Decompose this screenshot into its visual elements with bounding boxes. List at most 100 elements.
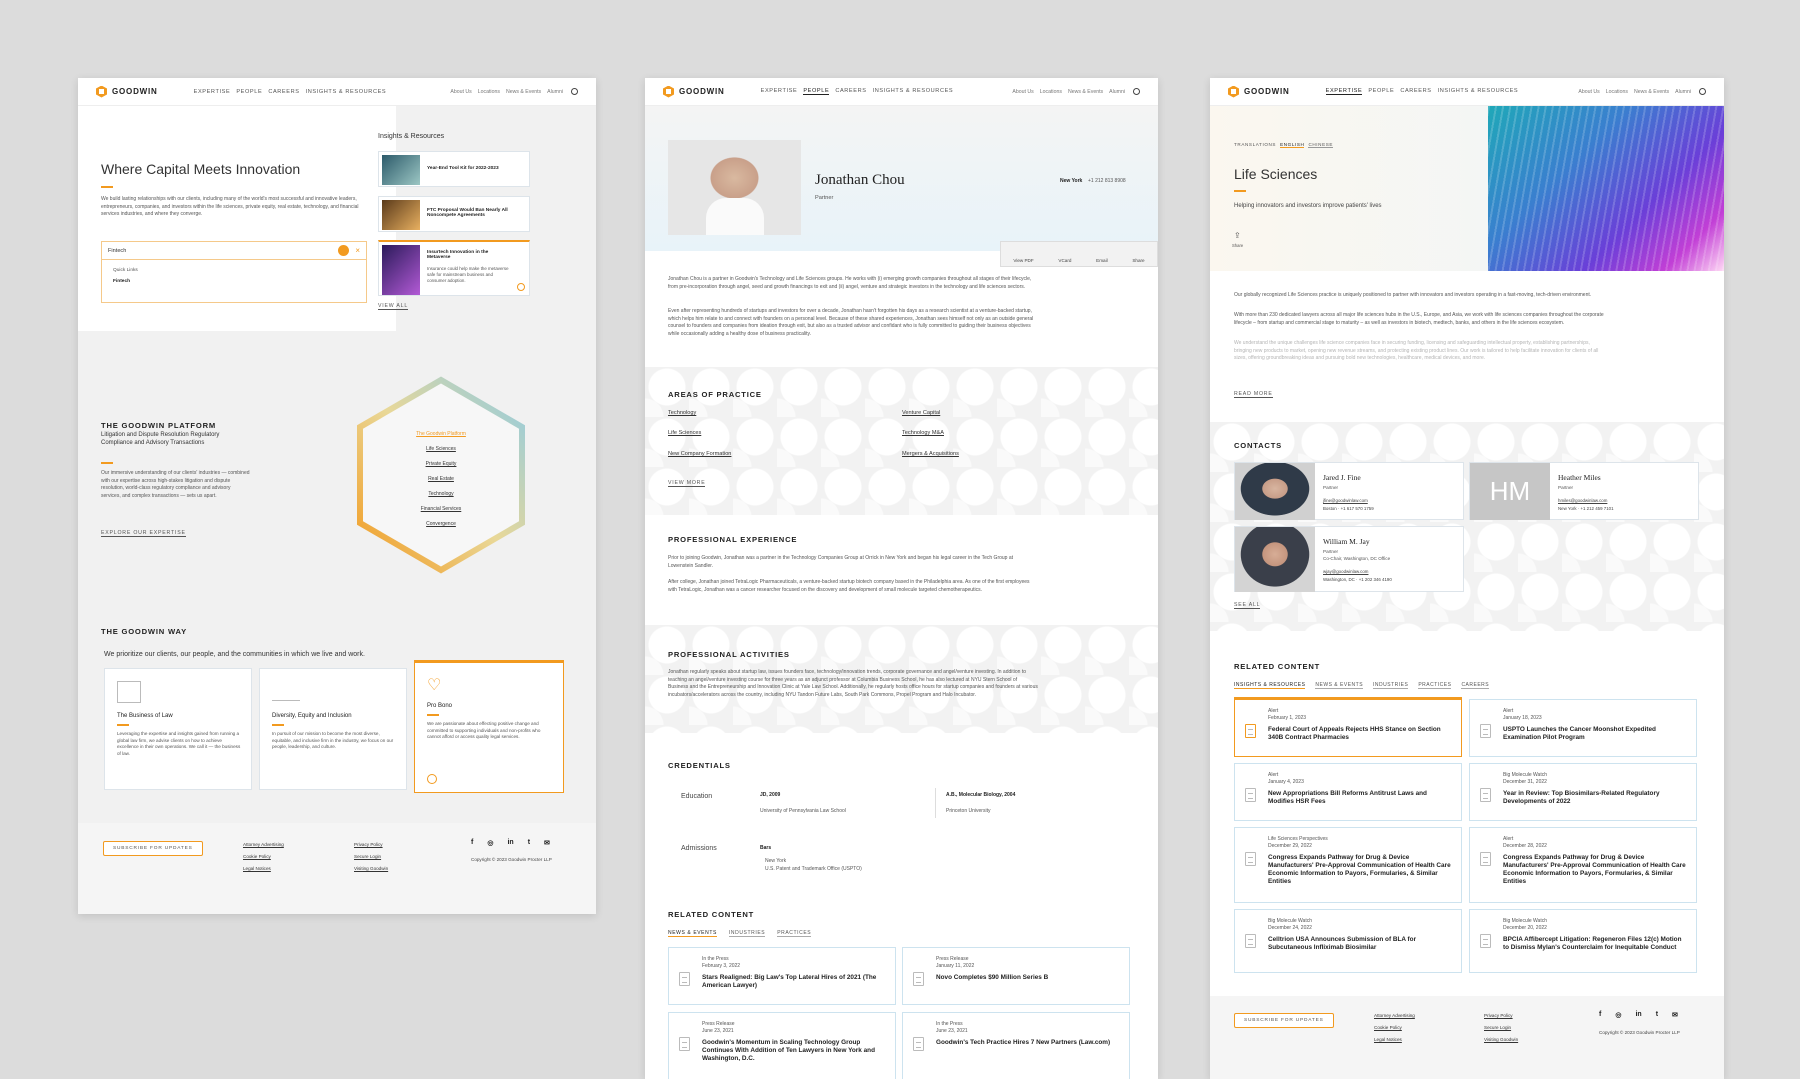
- contact-phone[interactable]: New York · +1 212 459 7101: [1558, 506, 1614, 511]
- linkedin-icon[interactable]: in: [507, 839, 513, 847]
- read-more-link[interactable]: READ MORE: [1234, 391, 1273, 398]
- related-card[interactable]: Big Molecule Watch December 20, 2022 BPC…: [1469, 909, 1697, 973]
- hex-link[interactable]: Private Equity: [354, 461, 528, 467]
- hex-link[interactable]: The Goodwin Platform: [354, 431, 528, 437]
- area-link[interactable]: Technology M&A: [902, 430, 944, 436]
- nav-careers[interactable]: CAREERS: [268, 89, 299, 95]
- related-card-active[interactable]: Alert February 1, 2023 Federal Court of …: [1234, 697, 1462, 757]
- related-card[interactable]: In the Press June 23, 2021 Goodwin's Tec…: [902, 1012, 1130, 1079]
- email-button[interactable]: Email: [1096, 258, 1108, 263]
- twitter-icon[interactable]: t: [1656, 1011, 1658, 1019]
- way-card-active[interactable]: ♡ Pro Bono We are passionate about effec…: [414, 660, 564, 793]
- contact-phone[interactable]: Washington, DC · +1 202 346 4190: [1323, 577, 1392, 582]
- share-icon[interactable]: ⇪: [1234, 231, 1241, 240]
- nav-alumni[interactable]: Alumni: [1109, 89, 1125, 95]
- nav-locations[interactable]: Locations: [478, 89, 500, 95]
- nav-news[interactable]: News & Events: [506, 89, 541, 95]
- profile-phone[interactable]: +1 212 813 8908: [1088, 178, 1126, 184]
- footer-link[interactable]: Privacy Policy: [1484, 1010, 1518, 1022]
- subscribe-button[interactable]: SUBSCRIBE FOR UPDATES: [103, 841, 203, 856]
- hex-link[interactable]: Financial Services: [354, 506, 528, 512]
- related-card[interactable]: Life Sciences Perspectives December 29, …: [1234, 827, 1462, 903]
- nav-locations[interactable]: Locations: [1040, 89, 1062, 95]
- instagram-icon[interactable]: ◎: [1615, 1011, 1621, 1019]
- related-tab[interactable]: NEWS & EVENTS: [1315, 682, 1364, 689]
- footer-link[interactable]: Legal Notices: [243, 863, 284, 875]
- related-tab[interactable]: PRACTICES: [1418, 682, 1452, 689]
- contact-email[interactable]: wjay@goodwinlaw.com: [1323, 569, 1368, 574]
- share-button[interactable]: Share: [1132, 258, 1144, 263]
- nav-about[interactable]: About Us: [1578, 89, 1599, 95]
- footer-link[interactable]: Cookie Policy: [243, 851, 284, 863]
- profile-office[interactable]: New York: [1060, 178, 1082, 184]
- nav-alumni[interactable]: Alumni: [1675, 89, 1691, 95]
- footer-link[interactable]: Attorney Advertising: [243, 839, 284, 851]
- wechat-icon[interactable]: ✉: [1672, 1011, 1678, 1019]
- vcard-button[interactable]: VCard: [1058, 258, 1071, 263]
- hex-link[interactable]: Convergence: [354, 521, 528, 527]
- related-card[interactable]: Press Release June 23, 2021 Goodwin's Mo…: [668, 1012, 896, 1079]
- footer-link[interactable]: Cookie Policy: [1374, 1022, 1415, 1034]
- nav-about[interactable]: About Us: [450, 89, 471, 95]
- view-all-link[interactable]: VIEW ALL: [378, 303, 409, 310]
- contact-name[interactable]: Heather Miles: [1558, 473, 1601, 482]
- nav-people[interactable]: PEOPLE: [803, 88, 830, 95]
- goodwin-logo[interactable]: GOODWIN: [663, 85, 725, 98]
- nav-people[interactable]: PEOPLE: [1368, 88, 1394, 95]
- contact-name[interactable]: Jared J. Fine: [1323, 473, 1361, 482]
- area-link[interactable]: Technology: [668, 410, 696, 416]
- nav-news[interactable]: News & Events: [1634, 89, 1669, 95]
- hex-link[interactable]: Life Sciences: [354, 446, 528, 452]
- nav-careers[interactable]: CAREERS: [1400, 88, 1431, 95]
- explore-expertise-link[interactable]: EXPLORE OUR EXPERTISE: [101, 530, 186, 537]
- nav-expertise[interactable]: EXPERTISE: [1325, 88, 1363, 95]
- search-submit-icon[interactable]: [338, 245, 350, 256]
- related-card[interactable]: Big Molecule Watch December 24, 2022 Cel…: [1234, 909, 1462, 973]
- related-tab[interactable]: INSIGHTS & RESOURCES: [1234, 682, 1306, 689]
- arrow-icon[interactable]: [427, 774, 437, 784]
- contact-email[interactable]: hmiles@goodwinlaw.com: [1558, 498, 1607, 503]
- nav-insights[interactable]: INSIGHTS & RESOURCES: [1438, 88, 1519, 95]
- related-tab[interactable]: NEWS & EVENTS: [668, 930, 717, 937]
- contact-email[interactable]: jfine@goodwinlaw.com: [1323, 498, 1368, 503]
- related-card[interactable]: Alert January 4, 2023 New Appropriations…: [1234, 763, 1462, 821]
- nav-locations[interactable]: Locations: [1606, 89, 1628, 95]
- contact-card[interactable]: Jared J. Fine Partner jfine@goodwinlaw.c…: [1234, 462, 1464, 520]
- related-card[interactable]: Big Molecule Watch December 31, 2022 Yea…: [1469, 763, 1697, 821]
- wechat-icon[interactable]: ✉: [544, 839, 550, 847]
- search-icon[interactable]: [1699, 88, 1706, 95]
- linkedin-icon[interactable]: in: [1635, 1011, 1641, 1019]
- search-icon[interactable]: [1133, 88, 1140, 95]
- area-link[interactable]: Life Sciences: [668, 430, 701, 436]
- subscribe-button[interactable]: SUBSCRIBE FOR UPDATES: [1234, 1013, 1334, 1028]
- twitter-icon[interactable]: t: [528, 839, 530, 847]
- footer-link[interactable]: Visiting Goodwin: [354, 863, 388, 875]
- facebook-icon[interactable]: f: [1599, 1011, 1601, 1019]
- related-card[interactable]: Alert January 18, 2023 USPTO Launches th…: [1469, 699, 1697, 757]
- nav-insights[interactable]: INSIGHTS & RESOURCES: [873, 88, 954, 95]
- contact-name[interactable]: William M. Jay: [1323, 537, 1370, 546]
- area-link[interactable]: Mergers & Acquisitions: [902, 451, 959, 457]
- nav-alumni[interactable]: Alumni: [547, 89, 563, 95]
- footer-link[interactable]: Visiting Goodwin: [1484, 1034, 1518, 1046]
- hex-link[interactable]: Technology: [354, 491, 528, 497]
- see-all-link[interactable]: SEE ALL: [1234, 602, 1261, 609]
- insight-card[interactable]: Year-End Tool Kit for 2022-2023: [378, 151, 530, 187]
- nav-news[interactable]: News & Events: [1068, 89, 1103, 95]
- share-label[interactable]: Share: [1232, 243, 1243, 248]
- goodwin-logo[interactable]: GOODWIN: [1228, 85, 1290, 98]
- insight-card-active[interactable]: Insurtech Innovation in the Metaverse In…: [378, 240, 530, 296]
- view-pdf-button[interactable]: View PDF: [1013, 258, 1033, 263]
- goodwin-logo[interactable]: GOODWIN: [96, 85, 158, 98]
- translation-chinese[interactable]: CHINESE: [1308, 142, 1334, 148]
- area-link[interactable]: New Company Formation: [668, 451, 731, 457]
- footer-link[interactable]: Secure Login: [354, 851, 388, 863]
- footer-link[interactable]: Secure Login: [1484, 1022, 1518, 1034]
- quick-link-fintech[interactable]: Fintech: [113, 279, 355, 284]
- area-link[interactable]: Venture Capital: [902, 410, 940, 416]
- footer-link[interactable]: Privacy Policy: [354, 839, 388, 851]
- way-card[interactable]: Diversity, Equity and Inclusion In pursu…: [259, 668, 407, 790]
- related-tab[interactable]: INDUSTRIES: [1373, 682, 1409, 689]
- related-card[interactable]: Alert December 28, 2022 Congress Expands…: [1469, 827, 1697, 903]
- insight-card[interactable]: FTC Proposal Would Ban Nearly All Noncom…: [378, 196, 530, 232]
